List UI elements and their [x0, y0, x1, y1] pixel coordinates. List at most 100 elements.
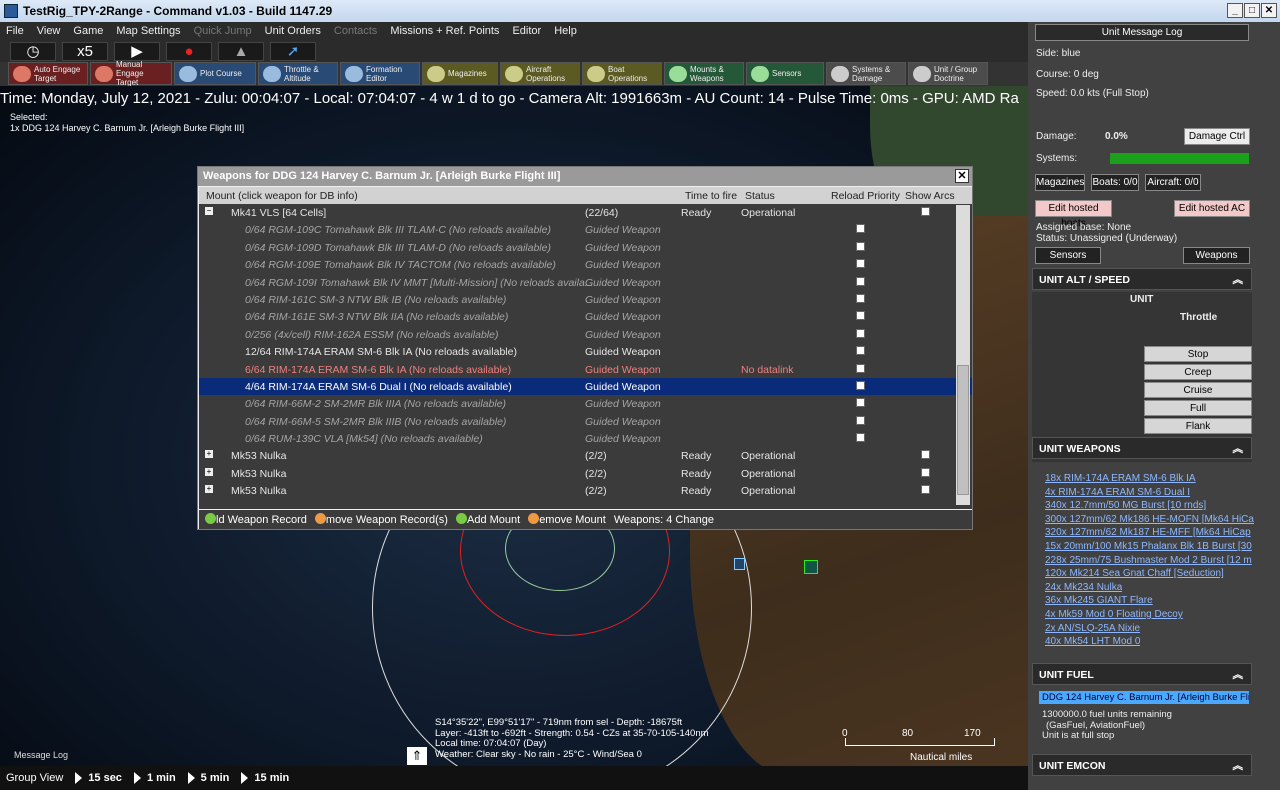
weapon-link[interactable]: 120x Mk214 Sea Gnat Chaff [Seduction]: [1045, 568, 1224, 579]
time-step-button[interactable]: 15 min: [254, 772, 289, 784]
unit-marker[interactable]: [804, 560, 818, 574]
weapons-button[interactable]: Weapons: [1183, 247, 1250, 264]
table-row[interactable]: − Mk41 VLS [64 Cells] (22/64) Ready Operatio…: [199, 204, 972, 221]
aircraft-button[interactable]: Aircraft: 0/0: [1145, 174, 1201, 191]
add-mount-button[interactable]: Add Mount: [455, 513, 520, 526]
toolbar-button[interactable]: Magazines: [422, 62, 498, 85]
time-step-button[interactable]: 5 min: [201, 772, 230, 784]
weapon-link[interactable]: 228x 25mm/75 Bushmaster Mod 2 Burst [12 …: [1045, 555, 1252, 566]
menu-item[interactable]: File: [6, 25, 24, 37]
throttle-flank-button[interactable]: Flank: [1144, 418, 1252, 434]
reload-priority-checkbox[interactable]: [856, 398, 865, 408]
clock-button[interactable]: ◷: [10, 41, 56, 61]
damage-ctrl-button[interactable]: Damage Ctrl: [1184, 128, 1250, 145]
remove-weapon-button[interactable]: move Weapon Record(s): [314, 513, 448, 526]
throttle-stop-button[interactable]: Stop: [1144, 346, 1252, 362]
toolbar-button[interactable]: Unit / Group Doctrine: [908, 62, 988, 85]
table-row[interactable]: 0/64 RIM-161E SM-3 NTW Blk IIA (No reloa…: [199, 308, 972, 325]
table-row[interactable]: 0/64 RGM-109I Tomahawk Blk IV MMT [Multi…: [199, 274, 972, 291]
show-arcs-checkbox[interactable]: [921, 467, 930, 477]
menu-item[interactable]: Unit Orders: [265, 25, 321, 37]
menu-item[interactable]: Contacts: [334, 25, 377, 37]
weapon-link[interactable]: 4x Mk59 Mod 0 Floating Decoy: [1045, 609, 1183, 620]
weapon-link[interactable]: 340x 12.7mm/50 MG Burst [10 rnds]: [1045, 500, 1206, 511]
weapon-link[interactable]: 24x Mk234 Nulka: [1045, 582, 1122, 593]
unit-weapons-section-header[interactable]: UNIT WEAPONS ︽: [1032, 437, 1252, 459]
toolbar-button[interactable]: Aircraft Operations: [500, 62, 580, 85]
table-row[interactable]: 0/64 RUM-139C VLA [Mk54] (No reloads ava…: [199, 430, 972, 447]
menu-item[interactable]: Map Settings: [116, 25, 180, 37]
table-row[interactable]: 0/64 RIM-161C SM-3 NTW Blk IB (No reload…: [199, 291, 972, 308]
reload-priority-checkbox[interactable]: [856, 224, 865, 234]
toolbar-button[interactable]: Formation Editor: [340, 62, 420, 85]
weapon-name[interactable]: 0/64 RIM-161C SM-3 NTW Blk IB (No reload…: [245, 294, 506, 306]
weapon-name[interactable]: 0/64 RIM-66M-5 SM-2MR Blk IIIB (No reloa…: [245, 416, 506, 428]
weapon-name[interactable]: 0/64 RGM-109C Tomahawk Blk III TLAM-C (N…: [245, 224, 551, 236]
quick-jump-button[interactable]: ▲: [218, 41, 264, 61]
record-button[interactable]: ●: [166, 41, 212, 61]
column-mount[interactable]: Mount (click weapon for DB info): [206, 190, 358, 202]
unit-message-log-button[interactable]: Unit Message Log: [1035, 24, 1249, 41]
reload-priority-checkbox[interactable]: [856, 380, 865, 390]
fuel-unit-selected[interactable]: DDG 124 Harvey C. Barnum Jr. [Arleigh Bu…: [1039, 691, 1249, 704]
reload-priority-checkbox[interactable]: [856, 259, 865, 269]
alt-speed-section-header[interactable]: UNIT ALT / SPEED ︽: [1032, 268, 1252, 290]
mount-name[interactable]: Mk53 Nulka: [231, 450, 286, 462]
scroll-thumb[interactable]: [957, 365, 969, 495]
show-arcs-checkbox[interactable]: [921, 485, 930, 495]
reload-priority-checkbox[interactable]: [856, 276, 865, 286]
throttle-creep-button[interactable]: Creep: [1144, 364, 1252, 380]
weapon-link[interactable]: 36x Mk245 GIANT Flare: [1045, 595, 1153, 606]
menu-item[interactable]: Missions + Ref. Points: [390, 25, 499, 37]
maximize-button[interactable]: □: [1244, 3, 1260, 18]
column-arcs[interactable]: Show Arcs: [905, 190, 955, 202]
selected-unit[interactable]: 1x DDG 124 Harvey C. Barnum Jr. [Arleigh…: [10, 123, 244, 134]
add-weapon-button[interactable]: ld Weapon Record: [205, 513, 307, 526]
vertical-scrollbar[interactable]: [956, 205, 970, 505]
remove-mount-button[interactable]: emove Mount: [528, 513, 606, 526]
toolbar-button[interactable]: Boat Operations: [582, 62, 662, 85]
menu-item[interactable]: Game: [73, 25, 103, 37]
north-arrow-button[interactable]: ⇑: [407, 747, 427, 765]
reload-priority-checkbox[interactable]: [856, 328, 865, 338]
weapon-name[interactable]: 12/64 RIM-174A ERAM SM-6 Blk IA (No relo…: [245, 346, 517, 358]
dialog-title-bar[interactable]: Weapons for DDG 124 Harvey C. Barnum Jr.…: [198, 167, 972, 186]
time-step-button[interactable]: 1 min: [147, 772, 176, 784]
weapon-link[interactable]: 40x Mk54 LHT Mod 0: [1045, 636, 1140, 647]
weapon-name[interactable]: 0/256 (4x/cell) RIM-162A ESSM (No reload…: [245, 329, 498, 341]
weapon-name[interactable]: 0/64 RGM-109E Tomahawk Blk IV TACTOM (No…: [245, 259, 556, 271]
column-time[interactable]: Time to fire: [685, 190, 737, 202]
weapon-name[interactable]: 4/64 RIM-174A ERAM SM-6 Dual I (No reloa…: [245, 381, 512, 393]
weapon-link[interactable]: 300x 127mm/62 Mk186 HE-MOFN [Mk64 HiCa: [1045, 514, 1254, 525]
weapon-link[interactable]: 4x RIM-174A ERAM SM-6 Dual I: [1045, 487, 1190, 498]
expand-toggle-icon[interactable]: −: [205, 207, 213, 215]
reload-priority-checkbox[interactable]: [856, 311, 865, 321]
reload-priority-checkbox[interactable]: [856, 346, 865, 356]
dialog-close-button[interactable]: ✕: [955, 169, 969, 183]
reload-priority-checkbox[interactable]: [856, 241, 865, 251]
column-status[interactable]: Status: [745, 190, 775, 202]
reload-priority-checkbox[interactable]: [856, 293, 865, 303]
edit-hosted-boats-button[interactable]: Edit hosted boats: [1035, 200, 1112, 229]
unit-emcon-section-header[interactable]: UNIT EMCON ︽: [1032, 754, 1252, 776]
table-row[interactable]: + Mk53 Nulka (2/2) Ready Operational: [199, 482, 972, 499]
throttle-cruise-button[interactable]: Cruise: [1144, 382, 1252, 398]
menu-item[interactable]: View: [37, 25, 61, 37]
magazines-button[interactable]: Magazines: [1035, 174, 1085, 191]
weapon-link[interactable]: 320x 127mm/62 Mk187 HE-MFF [Mk64 HiCap: [1045, 527, 1251, 538]
time-step-button[interactable]: 15 sec: [88, 772, 122, 784]
table-row[interactable]: + Mk53 Nulka (2/2) Ready Operational: [199, 447, 972, 464]
toolbar-button[interactable]: Plot Course: [174, 62, 256, 85]
weapon-name[interactable]: 6/64 RIM-174A ERAM SM-6 Blk IA (No reloa…: [245, 364, 511, 376]
menu-item[interactable]: Help: [554, 25, 577, 37]
table-row[interactable]: 0/64 RIM-66M-2 SM-2MR Blk IIIA (No reloa…: [199, 395, 972, 412]
minimize-button[interactable]: _: [1227, 3, 1243, 18]
table-row[interactable]: 0/64 RGM-109E Tomahawk Blk IV TACTOM (No…: [199, 256, 972, 273]
time-compression[interactable]: x5: [62, 41, 108, 61]
expand-toggle-icon[interactable]: +: [205, 467, 213, 476]
table-row[interactable]: 0/64 RGM-109C Tomahawk Blk III TLAM-C (N…: [199, 221, 972, 238]
unit-orders-button[interactable]: ➚: [270, 41, 316, 61]
toolbar-button[interactable]: Sensors: [746, 62, 824, 85]
weapon-link[interactable]: 2x AN/SLQ-25A Nixie: [1045, 623, 1140, 634]
expand-toggle-icon[interactable]: +: [205, 485, 213, 494]
